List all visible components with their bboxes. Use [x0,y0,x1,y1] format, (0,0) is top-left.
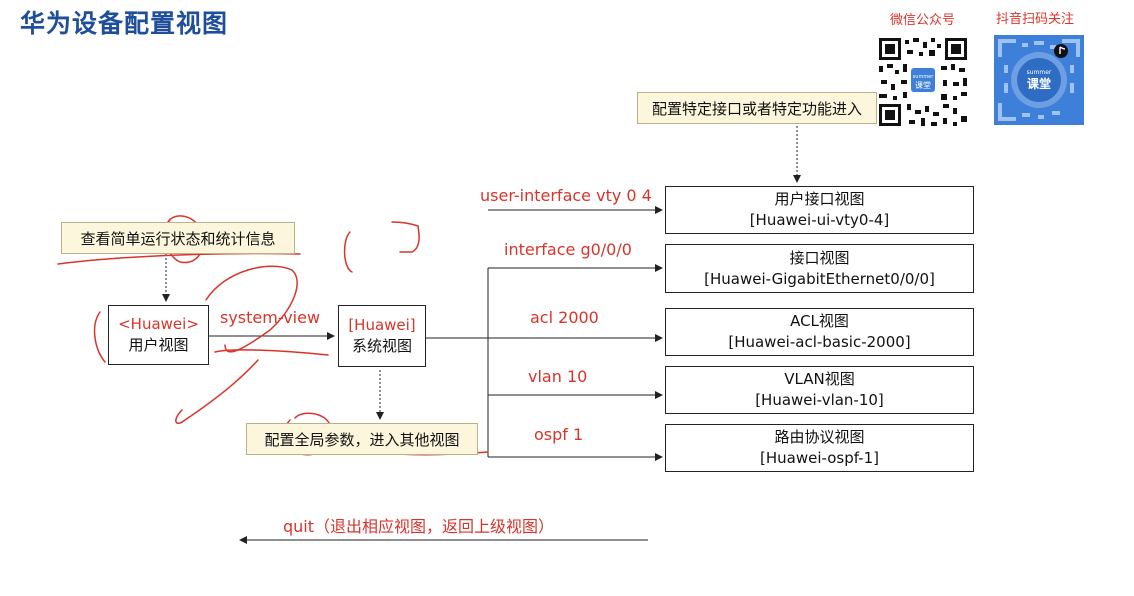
system-view-prompt: [Huawei] [348,316,416,334]
view-name: ACL视图 [790,312,849,330]
cmd-interface: interface g0/0/0 [504,240,632,259]
system-view-box: [Huawei] 系统视图 [338,305,426,367]
view-box-ospf: 路由协议视图 [Huawei-ospf-1] [665,424,974,472]
wechat-label: 微信公众号 [890,13,956,28]
view-name: 接口视图 [789,248,850,267]
cmd-ospf: ospf 1 [534,425,584,444]
user-view-box: <Huawei> 用户视图 [108,305,209,365]
note-global-params: 配置全局参数，进入其他视图 [246,423,478,455]
note-status-info: 查看简单运行状态和统计信息 [61,222,295,254]
view-name: VLAN视图 [784,370,855,388]
view-box-acl: ACL视图 [Huawei-acl-basic-2000] [665,308,974,356]
douyin-center-text: 课堂 [1027,76,1051,91]
view-name: 用户接口视图 [774,190,865,208]
cmd-vlan: vlan 10 [528,367,588,386]
qr-center-text: 课堂 [915,80,931,90]
cmd-user-interface: user-interface vty 0 4 [480,186,652,205]
wechat-qr-code: summer 课堂 [877,36,969,128]
view-prompt: [Huawei-vlan-10] [755,391,884,409]
view-box-interface: 接口视图 [Huawei-GigabitEthernet0/0/0] [665,244,974,293]
douyin-qr-code: summer 课堂 [994,35,1084,125]
page-title: 华为设备配置视图 [20,9,229,38]
douyin-label: 抖音扫码关注 [996,12,1075,27]
cmd-quit: quit（退出相应视图，返回上级视图） [283,517,555,536]
system-view-name: 系统视图 [351,337,412,355]
view-prompt: [Huawei-acl-basic-2000] [728,333,911,351]
cmd-system-view: system-view [220,308,321,327]
cmd-acl: acl 2000 [530,308,599,327]
note-specific-interface: 配置特定接口或者特定功能进入 [637,92,877,124]
view-box-user-interface: 用户接口视图 [Huawei-ui-vty0-4] [665,186,974,234]
user-view-name: 用户视图 [128,336,189,354]
view-prompt: [Huawei-ui-vty0-4] [749,211,890,229]
douyin-brand-text: summer [1027,69,1052,76]
view-prompt: [Huawei-ospf-1] [760,449,879,467]
view-box-vlan: VLAN视图 [Huawei-vlan-10] [665,366,974,414]
user-view-prompt: <Huawei> [118,315,199,333]
view-prompt: [Huawei-GigabitEthernet0/0/0] [704,269,935,288]
view-name: 路由协议视图 [774,428,865,446]
qr-brand-text: summer [913,74,935,80]
